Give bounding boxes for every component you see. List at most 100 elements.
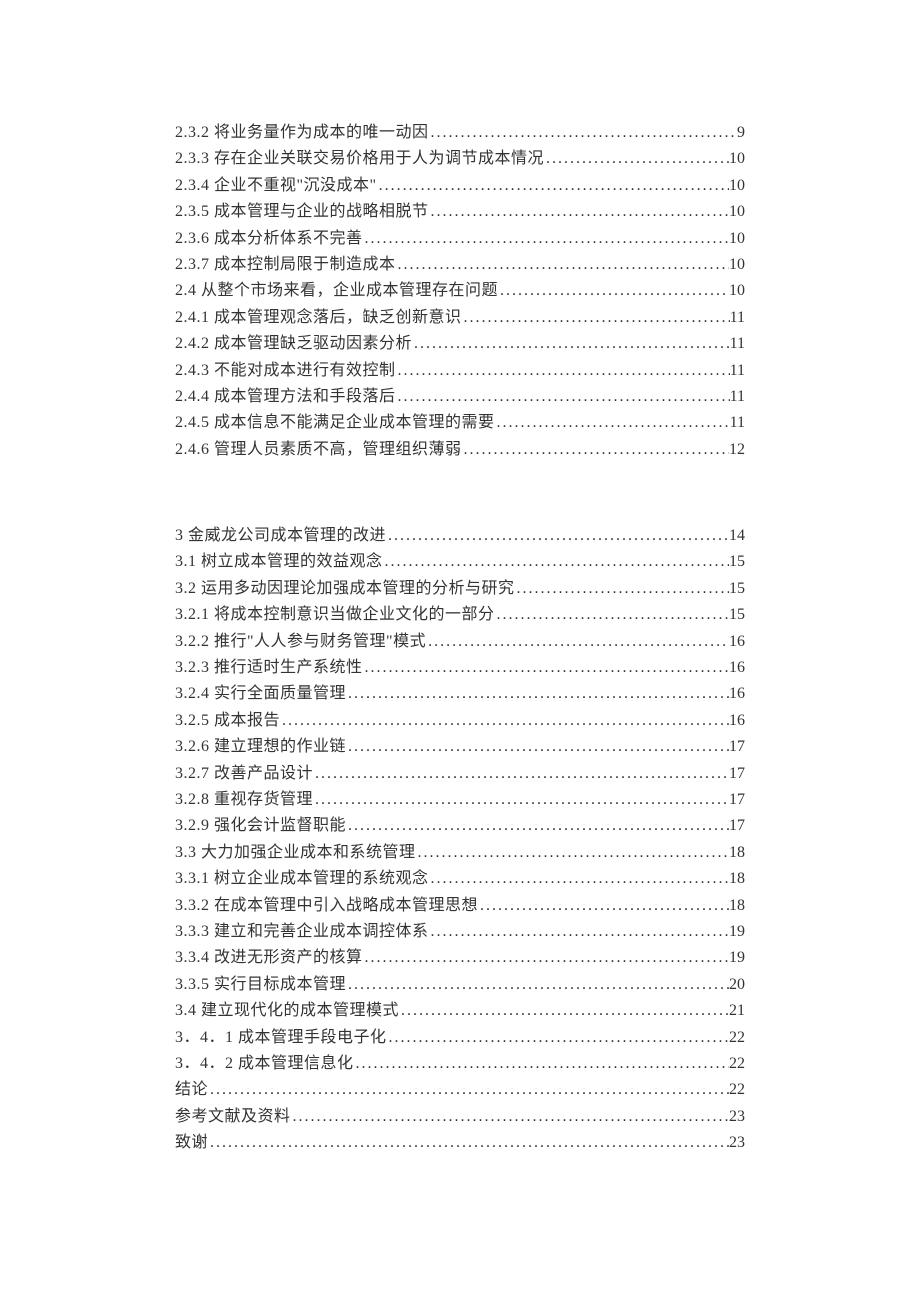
toc-label: 3.1 树立成本管理的效益观念 xyxy=(175,549,383,575)
toc-page-number: 22 xyxy=(729,1077,745,1103)
toc-page-number: 9 xyxy=(737,120,745,146)
toc-label: 3.2.5 成本报告 xyxy=(175,708,280,734)
toc-entry: 3.3.2 在成本管理中引入战略成本管理思想 18 xyxy=(175,893,745,919)
toc-leader-dots xyxy=(544,146,729,172)
toc-leader-dots xyxy=(363,226,729,252)
toc-label: 3.3.4 改进无形资产的核算 xyxy=(175,945,363,971)
toc-entry: 3.2.3 推行适时生产系统性 16 xyxy=(175,655,745,681)
toc-entry: 3.2.4 实行全面质量管理 16 xyxy=(175,681,745,707)
toc-label: 3.2 运用多动因理论加强成本管理的分析与研究 xyxy=(175,576,515,602)
toc-page-number: 16 xyxy=(729,655,745,681)
toc-page-number: 10 xyxy=(729,146,745,172)
toc-leader-dots xyxy=(429,199,729,225)
toc-entry: 3.1 树立成本管理的效益观念 15 xyxy=(175,549,745,575)
toc-leader-dots xyxy=(386,523,729,549)
toc-entry: 3.2.2 推行"人人参与财务管理"模式 16 xyxy=(175,629,745,655)
toc-label: 2.4.4 成本管理方法和手段落后 xyxy=(175,384,396,410)
toc-page-number: 16 xyxy=(729,681,745,707)
toc-entry: 3.2.6 建立理想的作业链 17 xyxy=(175,734,745,760)
toc-leader-dots xyxy=(208,1077,729,1103)
toc-page-number: 18 xyxy=(729,840,745,866)
toc-label: 2.3.5 成本管理与企业的战略相脱节 xyxy=(175,199,429,225)
toc-entry: 致谢 23 xyxy=(175,1130,745,1156)
toc-label: 2.4.3 不能对成本进行有效控制 xyxy=(175,358,396,384)
toc-entry: 2.4.1 成本管理观念落后，缺乏创新意识 11 xyxy=(175,305,745,331)
toc-page-number: 10 xyxy=(729,199,745,225)
toc-page-number: 10 xyxy=(729,173,745,199)
toc-leader-dots xyxy=(498,278,729,304)
toc-page-number: 22 xyxy=(729,1051,745,1077)
toc-page-number: 11 xyxy=(730,384,745,410)
toc-label: 3．4．1 成本管理手段电子化 xyxy=(175,1025,387,1051)
toc-entry: 3.3.5 实行目标成本管理 20 xyxy=(175,972,745,998)
toc-entry: 3.2.5 成本报告 16 xyxy=(175,708,745,734)
toc-entry: 3.3.3 建立和完善企业成本调控体系 19 xyxy=(175,919,745,945)
toc-label: 3.2.1 将成本控制意识当做企业文化的一部分 xyxy=(175,602,495,628)
toc-label: 2.3.2 将业务量作为成本的唯一动因 xyxy=(175,120,429,146)
toc-label: 2.3.4 企业不重视"沉没成本" xyxy=(175,173,377,199)
toc-leader-dots xyxy=(429,120,737,146)
toc-page-number: 15 xyxy=(729,576,745,602)
toc-leader-dots xyxy=(346,681,729,707)
toc-leader-dots xyxy=(515,576,729,602)
toc-label: 3.3.1 树立企业成本管理的系统观念 xyxy=(175,866,429,892)
toc-label: 3.2.6 建立理想的作业链 xyxy=(175,734,346,760)
toc-leader-dots xyxy=(346,813,729,839)
toc-page-number: 22 xyxy=(729,1025,745,1051)
toc-page-number: 12 xyxy=(729,437,745,463)
toc-page-number: 11 xyxy=(730,410,745,436)
toc-entry: 3.2 运用多动因理论加强成本管理的分析与研究 15 xyxy=(175,576,745,602)
toc-label: 3.2.2 推行"人人参与财务管理"模式 xyxy=(175,629,426,655)
toc-label: 3.4 建立现代化的成本管理模式 xyxy=(175,998,399,1024)
toc-block-2: 3 金威龙公司成本管理的改进 14 3.1 树立成本管理的效益观念 15 3.2… xyxy=(175,523,745,1156)
toc-label: 3.3.3 建立和完善企业成本调控体系 xyxy=(175,919,429,945)
toc-entry: 2.4.3 不能对成本进行有效控制 11 xyxy=(175,358,745,384)
toc-entry: 3.2.7 改善产品设计 17 xyxy=(175,761,745,787)
toc-page-number: 23 xyxy=(729,1130,745,1156)
toc-label: 2.4.5 成本信息不能满足企业成本管理的需要 xyxy=(175,410,495,436)
toc-label: 3.3 大力加强企业成本和系统管理 xyxy=(175,840,416,866)
toc-entry: 2.4.4 成本管理方法和手段落后 11 xyxy=(175,384,745,410)
toc-entry: 3．4．2 成本管理信息化 22 xyxy=(175,1051,745,1077)
toc-page-number: 21 xyxy=(729,998,745,1024)
toc-entry: 3 金威龙公司成本管理的改进 14 xyxy=(175,523,745,549)
toc-label: 3.2.4 实行全面质量管理 xyxy=(175,681,346,707)
toc-entry: 3．4．1 成本管理手段电子化 22 xyxy=(175,1025,745,1051)
toc-label: 3.3.2 在成本管理中引入战略成本管理思想 xyxy=(175,893,478,919)
toc-leader-dots xyxy=(377,173,729,199)
toc-leader-dots xyxy=(387,1025,729,1051)
toc-entry: 2.4.2 成本管理缺乏驱动因素分析 11 xyxy=(175,331,745,357)
toc-leader-dots xyxy=(426,629,729,655)
toc-entry: 3.3.4 改进无形资产的核算 19 xyxy=(175,945,745,971)
toc-leader-dots xyxy=(280,708,729,734)
toc-page-number: 16 xyxy=(729,629,745,655)
toc-entry: 3.3 大力加强企业成本和系统管理 18 xyxy=(175,840,745,866)
toc-page-number: 17 xyxy=(729,787,745,813)
toc-label: 2.3.3 存在企业关联交易价格用于人为调节成本情况 xyxy=(175,146,544,172)
toc-entry: 2.3.7 成本控制局限于制造成本 10 xyxy=(175,252,745,278)
toc-page-number: 10 xyxy=(729,226,745,252)
toc-page-number: 15 xyxy=(729,549,745,575)
toc-label: 3.3.5 实行目标成本管理 xyxy=(175,972,346,998)
toc-entry: 2.3.2 将业务量作为成本的唯一动因 9 xyxy=(175,120,745,146)
toc-entry: 3.4 建立现代化的成本管理模式 21 xyxy=(175,998,745,1024)
toc-label: 致谢 xyxy=(175,1130,208,1156)
toc-leader-dots xyxy=(208,1130,729,1156)
toc-label: 2.4.6 管理人员素质不高，管理组织薄弱 xyxy=(175,437,462,463)
toc-entry: 2.3.3 存在企业关联交易价格用于人为调节成本情况 10 xyxy=(175,146,745,172)
toc-entry: 2.4 从整个市场来看，企业成本管理存在问题 10 xyxy=(175,278,745,304)
toc-leader-dots xyxy=(313,787,729,813)
toc-label: 结论 xyxy=(175,1077,208,1103)
toc-entry: 2.3.6 成本分析体系不完善 10 xyxy=(175,226,745,252)
toc-page-number: 11 xyxy=(730,305,745,331)
toc-leader-dots xyxy=(291,1104,729,1130)
toc-leader-dots xyxy=(313,761,729,787)
toc-label: 3.2.8 重视存货管理 xyxy=(175,787,313,813)
toc-leader-dots xyxy=(429,919,729,945)
toc-page-number: 18 xyxy=(729,893,745,919)
toc-leader-dots xyxy=(383,549,729,575)
toc-entry: 2.3.5 成本管理与企业的战略相脱节 10 xyxy=(175,199,745,225)
toc-label: 参考文献及资料 xyxy=(175,1104,291,1130)
toc-label: 3.2.7 改善产品设计 xyxy=(175,761,313,787)
toc-leader-dots xyxy=(462,437,729,463)
